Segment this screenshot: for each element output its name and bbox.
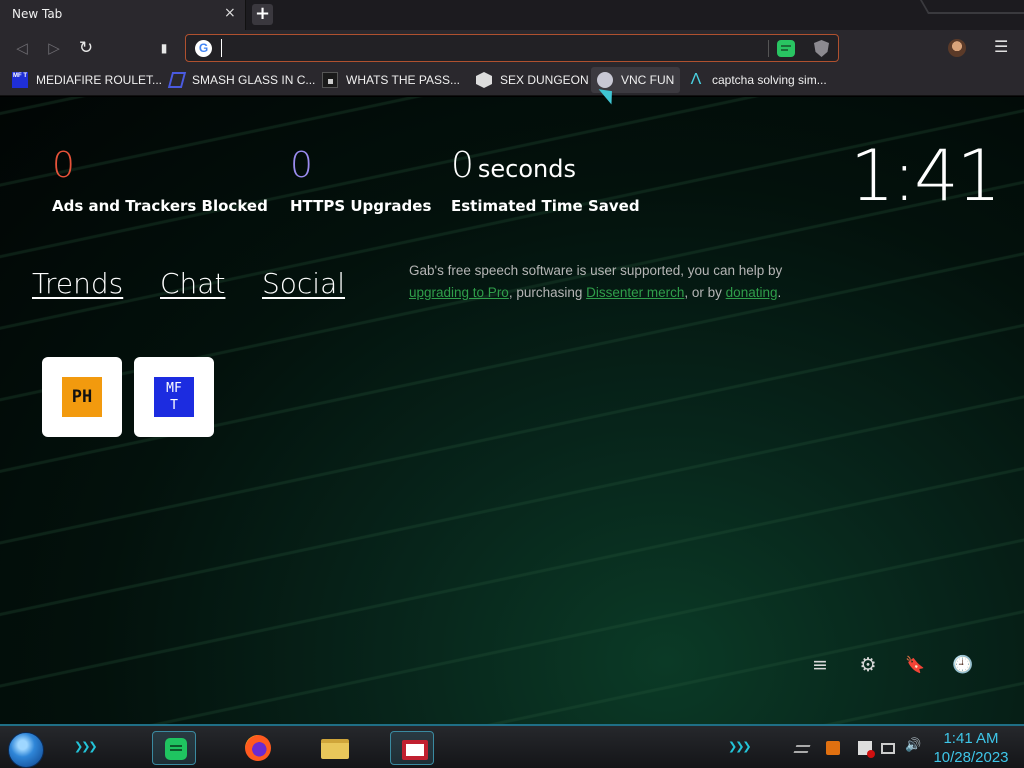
taskbar-app-firefox[interactable] [235,731,279,765]
time-saved-label: Estimated Time Saved [451,197,640,215]
ph-icon: PH [62,377,102,417]
profile-avatar[interactable] [948,39,966,57]
chevrons-decoration-icon: ❯❯❯ [728,740,752,753]
ads-blocked-label: Ads and Trackers Blocked [52,197,268,215]
link-donating[interactable]: donating [726,285,778,300]
gab-support-message: Gab's free speech software is user suppo… [409,260,809,304]
mft-icon: MF T [12,72,28,88]
clock: 1:41 [850,135,1001,217]
tab-title: New Tab [12,7,63,21]
bookmark-label: MEDIAFIRE ROULET... [36,73,163,87]
chevrons-decoration-icon: ❯❯❯ [74,740,98,753]
google-icon: G [195,40,212,57]
tab-strip: New Tab × + [0,0,1024,30]
bookmarks-bar: MF T MEDIAFIRE ROULET... SMASH GLASS IN … [0,66,1024,96]
link-trends[interactable]: Trends [32,267,123,300]
top-site-tile-mft[interactable]: MF T [134,357,214,437]
taskbar-date: 10/28/2023 [933,749,1009,766]
history-icon[interactable]: 🕘 [951,653,975,677]
link-dissenter-merch[interactable]: Dissenter merch [586,285,684,300]
smash-icon [167,72,187,88]
tray-lines-icon[interactable] [793,745,811,753]
gab-msg-text: . [777,285,782,300]
bookmark-label: SMASH GLASS IN C... [192,73,316,87]
taskbar-app-explorer[interactable] [312,731,356,765]
text-caret [221,39,222,57]
mft-text-bottom: T [170,398,178,413]
stat-ads-blocked: 0 [52,144,75,188]
stat-time-saved: 0 seconds [451,144,576,188]
taskbar-clock[interactable]: 1:41 AM 10/28/2023 [925,729,1017,767]
bookmark-sex-dungeon[interactable]: SEX DUNGEON [470,67,595,93]
https-upgrades-count: 0 [290,145,313,186]
dark-square-icon [322,72,338,88]
address-bar-divider [768,40,769,57]
new-tab-page: 0 Ads and Trackers Blocked 0 HTTPS Upgra… [0,97,1024,724]
taskbar-app-news[interactable] [390,731,434,765]
reload-icon[interactable]: ↻ [76,38,96,58]
mft-text-top: MF [166,381,182,396]
new-tab-button[interactable]: + [252,4,273,25]
bookmarks-icon[interactable]: 🔖 [903,653,927,677]
settings-gear-icon[interactable]: ⚙ [856,653,880,677]
tab-close-icon[interactable]: × [224,5,236,21]
link-chat[interactable]: Chat [160,267,225,300]
link-upgrade-pro[interactable]: upgrading to Pro [409,285,509,300]
taskbar-app-chat[interactable] [152,731,196,765]
taskbar: ❯❯❯ ❯❯❯ 🔊 1:41 AM 10/28/2023 [0,724,1024,768]
browser-toolbar: ◁ ▷ ↻ ▮ G ☰ [0,30,1024,66]
bookmark-whats-the-password[interactable]: WHATS THE PASS... [316,67,466,93]
bookmark-label: captcha solving sim... [712,73,827,87]
gab-msg-text: Gab's free speech software is user suppo… [409,263,783,278]
menu-icon[interactable]: ☰ [994,37,1008,56]
stat-https-upgrades: 0 [290,144,313,188]
time-saved-count: 0 [451,145,474,186]
bookmark-smash-glass[interactable]: SMASH GLASS IN C... [164,67,321,93]
mft-icon: MF T [154,377,194,417]
https-upgrades-label: HTTPS Upgrades [290,197,432,215]
tray-app-icon[interactable] [826,741,840,755]
news-icon [402,740,428,760]
action-center-flag-icon[interactable] [858,741,875,758]
gab-msg-text: , or by [684,285,726,300]
bookmark-label: SEX DUNGEON [500,73,589,87]
bookmark-mediafire-roulette[interactable]: MF T MEDIAFIRE ROULET... [6,67,168,93]
tab-new-tab[interactable]: New Tab × [0,0,246,30]
captcha-icon: Λ [690,71,702,88]
link-social[interactable]: Social [262,267,345,300]
volume-icon[interactable]: 🔊 [905,738,921,753]
shield-icon[interactable] [814,40,829,57]
bookmark-captcha-solving[interactable]: Λ captcha solving sim... [682,67,833,93]
customize-icon[interactable]: ≡ [808,653,832,677]
folder-icon [321,739,349,759]
window-corner-decoration [919,0,1024,14]
back-icon[interactable]: ◁ [12,38,32,58]
ads-blocked-count: 0 [52,145,75,186]
network-icon[interactable] [881,743,895,754]
bookmark-page-icon[interactable]: ▮ [154,38,174,58]
firefox-icon [245,735,271,761]
chat-app-icon [165,738,187,760]
forward-icon[interactable]: ▷ [44,38,64,58]
bookmark-label: WHATS THE PASS... [346,73,461,87]
taskbar-time: 1:41 AM [943,730,999,747]
address-bar[interactable]: G [185,34,839,62]
bookmark-label: VNC FUN [621,73,675,87]
time-saved-unit: seconds [477,155,577,183]
start-button[interactable] [8,732,44,768]
gab-msg-text: , purchasing [508,285,587,300]
top-site-tile-ph[interactable]: PH [42,357,122,437]
dissenter-chat-icon[interactable] [777,40,795,57]
dungeon-icon [476,72,492,88]
